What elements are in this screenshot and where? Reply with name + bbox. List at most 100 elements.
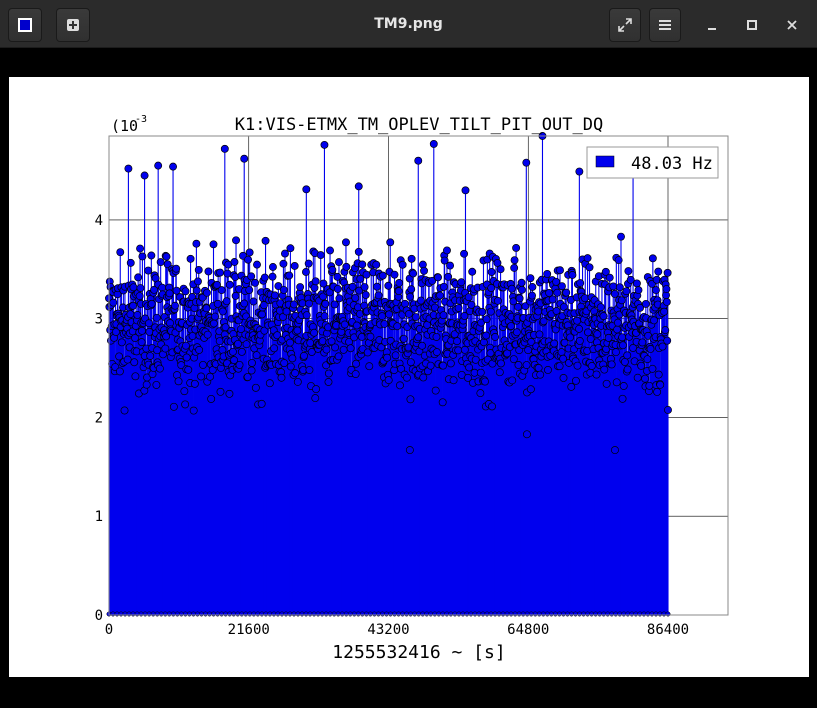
baseline-point [166, 611, 172, 617]
data-point [244, 255, 253, 264]
data-point [414, 156, 423, 165]
data-point [265, 379, 274, 388]
data-point [610, 446, 619, 455]
data-point [512, 243, 521, 252]
baseline-point [520, 611, 526, 617]
data-point [497, 359, 505, 368]
data-point [391, 351, 400, 360]
baseline-point [653, 611, 659, 617]
data-point [305, 366, 314, 374]
data-point [623, 365, 632, 374]
data-point [434, 273, 442, 282]
data-point [351, 370, 360, 378]
data-point [454, 346, 463, 355]
data-point [432, 348, 441, 357]
app-menu-button[interactable] [8, 8, 42, 42]
data-point [316, 251, 325, 260]
data-point [453, 337, 462, 346]
baseline-point [199, 611, 204, 617]
data-point [156, 258, 165, 267]
data-point [556, 266, 564, 275]
data-point [199, 360, 207, 369]
data-point [507, 284, 516, 293]
data-point [304, 259, 313, 268]
new-tab-button[interactable] [56, 8, 90, 42]
close-button[interactable] [777, 10, 807, 40]
data-point [188, 332, 197, 340]
baseline-point [472, 611, 478, 617]
data-point [247, 366, 256, 375]
data-point [348, 282, 357, 291]
data-point [439, 282, 448, 291]
baseline-point [327, 611, 333, 617]
data-point [116, 248, 125, 257]
data-point [653, 387, 662, 396]
data-point [414, 333, 423, 342]
data-point [407, 254, 416, 263]
data-point [648, 254, 657, 263]
data-point [544, 366, 552, 374]
data-point [162, 252, 171, 261]
data-point [573, 316, 582, 325]
data-point [404, 310, 413, 318]
data-point [664, 406, 672, 414]
data-point [390, 366, 399, 375]
data-point [147, 251, 156, 260]
data-point [204, 267, 213, 276]
fullscreen-button[interactable] [609, 8, 641, 42]
data-point [618, 394, 627, 403]
data-point [195, 345, 204, 354]
expand-icon [618, 18, 632, 32]
data-point [216, 387, 225, 396]
chart: 0 21600 43200 64800 86400 0 1 2 3 4 K1:VIS-ETMX_T… [95, 114, 729, 663]
data-point [605, 273, 614, 282]
baseline-point [524, 611, 530, 617]
data-point [117, 338, 126, 347]
minimize-button[interactable] [697, 10, 727, 40]
data-point [289, 300, 298, 309]
data-point [296, 283, 305, 292]
data-point [395, 279, 404, 287]
data-point [285, 271, 294, 280]
data-point [384, 281, 393, 290]
data-point [351, 293, 360, 302]
baseline-point [247, 611, 253, 617]
data-point [396, 381, 404, 390]
data-point [643, 355, 652, 364]
data-point [439, 311, 448, 320]
data-point [286, 362, 295, 371]
data-point [260, 273, 269, 282]
data-point [406, 395, 415, 404]
baseline-point [404, 611, 410, 617]
data-point [380, 319, 389, 328]
data-point [331, 343, 340, 352]
data-point [624, 267, 633, 276]
data-point [130, 358, 139, 367]
data-point [575, 167, 584, 176]
data-point [291, 369, 300, 378]
data-point [378, 271, 387, 280]
maximize-button[interactable] [737, 10, 767, 40]
image-viewport[interactable]: 0 21600 43200 64800 86400 0 1 2 3 4 K1:VIS-ETMX_T… [0, 48, 817, 708]
data-point [172, 286, 181, 295]
y-tick-label: 0 [95, 608, 103, 624]
data-point [610, 289, 619, 298]
data-point [142, 380, 151, 389]
data-point [468, 267, 477, 276]
data-point [620, 357, 629, 366]
data-point [172, 264, 181, 273]
data-point [126, 258, 135, 267]
data-point [633, 373, 642, 382]
data-point [378, 312, 387, 321]
data-point [346, 344, 355, 353]
baseline-point [231, 611, 237, 617]
baseline-point [424, 611, 430, 617]
data-point [268, 263, 277, 271]
baseline-point [162, 611, 168, 617]
data-point [599, 312, 608, 321]
menu-button[interactable] [649, 8, 681, 42]
data-point [557, 348, 566, 357]
data-point [528, 291, 536, 300]
baseline-point [223, 611, 229, 617]
baseline-point [251, 611, 257, 617]
